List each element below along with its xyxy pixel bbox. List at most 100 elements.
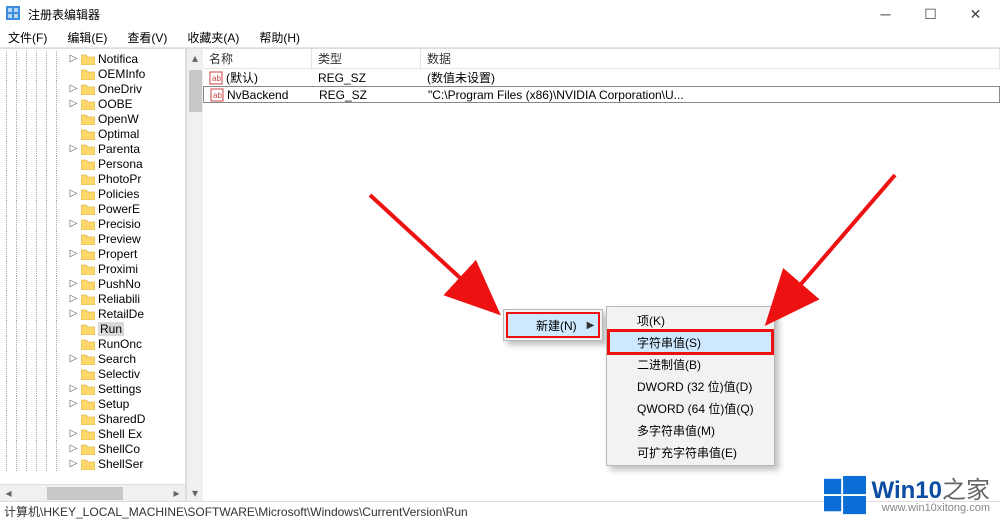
tree-expander-icon[interactable]: ▷ bbox=[68, 188, 79, 199]
tree-expander-icon[interactable] bbox=[68, 368, 79, 379]
submenu-item[interactable]: 字符串值(S) bbox=[609, 331, 772, 353]
tree-item-optimal[interactable]: Optimal bbox=[6, 126, 185, 141]
window-title: 注册表编辑器 bbox=[28, 6, 863, 23]
tree-item-precisio[interactable]: ▷Precisio bbox=[6, 216, 185, 231]
folder-icon bbox=[81, 263, 95, 275]
tree-expander-icon[interactable] bbox=[68, 323, 79, 334]
tree-item-label: RetailDe bbox=[98, 307, 144, 321]
tree-expander-icon[interactable] bbox=[68, 413, 79, 424]
tree-expander-icon[interactable]: ▷ bbox=[68, 143, 79, 154]
column-header-type[interactable]: 类型 bbox=[312, 49, 421, 68]
tree-item-search[interactable]: ▷Search bbox=[6, 351, 185, 366]
column-header-data[interactable]: 数据 bbox=[421, 49, 1000, 68]
submenu-item[interactable]: 多字符串值(M) bbox=[609, 419, 772, 441]
tree-expander-icon[interactable]: ▷ bbox=[68, 353, 79, 364]
menu-favorites[interactable]: 收藏夹(A) bbox=[183, 27, 243, 48]
tree-item-onedriv[interactable]: ▷OneDriv bbox=[6, 81, 185, 96]
tree-item-selectiv[interactable]: Selectiv bbox=[6, 366, 185, 381]
submenu-item[interactable]: 项(K) bbox=[609, 309, 772, 331]
submenu-item-label: 可扩充字符串值(E) bbox=[637, 444, 737, 461]
scroll-up-icon[interactable]: ▴ bbox=[187, 49, 204, 66]
tree-expander-icon[interactable]: ▷ bbox=[68, 53, 79, 64]
tree-item-preview[interactable]: Preview bbox=[6, 231, 185, 246]
close-button[interactable]: ✕ bbox=[953, 0, 998, 28]
tree-expander-icon[interactable]: ▷ bbox=[68, 248, 79, 259]
tree-expander-icon[interactable]: ▷ bbox=[68, 293, 79, 304]
tree-expander-icon[interactable]: ▷ bbox=[68, 383, 79, 394]
tree-expander-icon[interactable]: ▷ bbox=[68, 398, 79, 409]
menu-edit[interactable]: 编辑(E) bbox=[63, 27, 111, 48]
watermark: Win10之家 www.win10xitong.com bbox=[824, 475, 990, 517]
tree-item-powere[interactable]: PowerE bbox=[6, 201, 185, 216]
tree-item-retailde[interactable]: ▷ RetailDe bbox=[6, 306, 185, 321]
tree-item-oobe[interactable]: ▷OOBE bbox=[6, 96, 185, 111]
tree-item-label: RunOnc bbox=[98, 337, 142, 351]
tree-item-label: Notifica bbox=[98, 52, 138, 66]
tree-item-notifica[interactable]: ▷ Notifica bbox=[6, 51, 185, 66]
tree-expander-icon[interactable]: ▷ bbox=[68, 83, 79, 94]
tree-item-shellco[interactable]: ▷ShellCo bbox=[6, 441, 185, 456]
tree-item-shellser[interactable]: ▷ShellSer bbox=[6, 456, 185, 471]
tree-item-reliabili[interactable]: ▷Reliabili bbox=[6, 291, 185, 306]
tree-scrollbar-vertical[interactable]: ▴ ▾ bbox=[186, 49, 203, 501]
tree-scrollbar-horizontal[interactable]: ◂ ▸ bbox=[0, 484, 185, 501]
tree-item-run[interactable]: Run bbox=[6, 321, 185, 336]
folder-icon bbox=[81, 113, 95, 125]
tree-expander-icon[interactable] bbox=[68, 203, 79, 214]
tree-item-proximi[interactable]: Proximi bbox=[6, 261, 185, 276]
tree-expander-icon[interactable]: ▷ bbox=[68, 98, 79, 109]
tree-expander-icon[interactable]: ▷ bbox=[68, 308, 79, 319]
menu-file[interactable]: 文件(F) bbox=[4, 27, 51, 48]
minimize-button[interactable]: ─ bbox=[863, 0, 908, 28]
menu-help[interactable]: 帮助(H) bbox=[255, 27, 304, 48]
scroll-right-icon[interactable]: ▸ bbox=[168, 485, 185, 502]
tree-expander-icon[interactable] bbox=[68, 263, 79, 274]
submenu-item[interactable]: 二进制值(B) bbox=[609, 353, 772, 375]
tree-expander-icon[interactable]: ▷ bbox=[68, 278, 79, 289]
menu-view[interactable]: 查看(V) bbox=[123, 27, 171, 48]
list-pane[interactable]: 名称 类型 数据 (默认)REG_SZ(数值未设置)NvBackendREG_S… bbox=[203, 49, 1000, 501]
tree-expander-icon[interactable] bbox=[68, 128, 79, 139]
tree-item-photopr[interactable]: PhotoPr bbox=[6, 171, 185, 186]
tree-expander-icon[interactable] bbox=[68, 173, 79, 184]
column-header-name[interactable]: 名称 bbox=[203, 49, 312, 68]
tree-item-settings[interactable]: ▷Settings bbox=[6, 381, 185, 396]
v-scroll-thumb[interactable] bbox=[189, 70, 202, 112]
tree-item-openw[interactable]: OpenW bbox=[6, 111, 185, 126]
tree-expander-icon[interactable] bbox=[68, 158, 79, 169]
scroll-down-icon[interactable]: ▾ bbox=[187, 484, 204, 501]
folder-icon bbox=[81, 293, 95, 305]
folder-icon bbox=[81, 53, 95, 65]
tree-expander-icon[interactable] bbox=[68, 338, 79, 349]
submenu-item[interactable]: QWORD (64 位)值(Q) bbox=[609, 397, 772, 419]
tree-item-shell ex[interactable]: ▷Shell Ex bbox=[6, 426, 185, 441]
submenu-item[interactable]: 可扩充字符串值(E) bbox=[609, 441, 772, 463]
tree-item-setup[interactable]: ▷Setup bbox=[6, 396, 185, 411]
scroll-left-icon[interactable]: ◂ bbox=[0, 485, 17, 502]
tree-item-propert[interactable]: ▷Propert bbox=[6, 246, 185, 261]
h-scroll-thumb[interactable] bbox=[47, 487, 123, 500]
folder-icon bbox=[81, 323, 95, 335]
tree-pane[interactable]: ▷ NotificaOEMInfo▷OneDriv▷OOBEOpenWOptima… bbox=[0, 49, 186, 501]
folder-icon bbox=[81, 413, 95, 425]
tree-expander-icon[interactable]: ▷ bbox=[68, 458, 79, 469]
context-menu-new[interactable]: 新建(N) ▶ bbox=[508, 314, 598, 336]
maximize-button[interactable]: ☐ bbox=[908, 0, 953, 28]
folder-icon bbox=[81, 128, 95, 140]
tree-expander-icon[interactable] bbox=[68, 233, 79, 244]
tree-expander-icon[interactable]: ▷ bbox=[68, 218, 79, 229]
tree-item-policies[interactable]: ▷Policies bbox=[6, 186, 185, 201]
tree-item-oeminfo[interactable]: OEMInfo bbox=[6, 66, 185, 81]
tree-item-runonc[interactable]: RunOnc bbox=[6, 336, 185, 351]
submenu-item[interactable]: DWORD (32 位)值(D) bbox=[609, 375, 772, 397]
tree-item-persona[interactable]: Persona bbox=[6, 156, 185, 171]
tree-expander-icon[interactable]: ▷ bbox=[68, 443, 79, 454]
tree-expander-icon[interactable]: ▷ bbox=[68, 428, 79, 439]
tree-item-parenta[interactable]: ▷Parenta bbox=[6, 141, 185, 156]
list-row[interactable]: NvBackendREG_SZ"C:\Program Files (x86)\N… bbox=[203, 86, 1000, 103]
tree-item-pushno[interactable]: ▷PushNo bbox=[6, 276, 185, 291]
tree-expander-icon[interactable] bbox=[68, 113, 79, 124]
list-row[interactable]: (默认)REG_SZ(数值未设置) bbox=[203, 69, 1000, 86]
tree-expander-icon[interactable] bbox=[68, 68, 79, 79]
tree-item-sharedd[interactable]: SharedD bbox=[6, 411, 185, 426]
